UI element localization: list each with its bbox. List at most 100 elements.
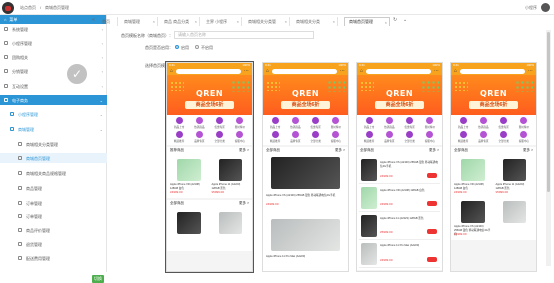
buy-button xyxy=(427,201,437,206)
scrollbar[interactable] xyxy=(546,30,551,266)
search-box xyxy=(460,68,525,74)
phone-time: 9:41 xyxy=(169,63,175,67)
section-title-text: 全部商品 xyxy=(266,148,280,152)
close-icon[interactable]: × xyxy=(237,19,239,24)
menu-icon xyxy=(4,27,8,31)
template-preview-4[interactable]: 9:41 100% ⌂ ⋯ QREN 商品全场6折 新品上市 热销商品 优惠专区 限时特价… xyxy=(450,62,537,272)
sidebar-item[interactable]: 电子商务 ⌄ xyxy=(0,95,107,105)
menu-icon xyxy=(18,228,22,232)
category-label: 品牌专区 xyxy=(290,140,301,143)
menu-icon xyxy=(4,41,8,45)
category-icon xyxy=(216,117,224,124)
category-shortcut: 热销商品 xyxy=(379,117,399,129)
template-preview-1[interactable]: 9:41 100% ⌂ ⋯ QREN 商品全场6折 新品上市 热销商品 优惠专区 限时特价… xyxy=(166,62,253,272)
sidebar-item[interactable]: 互动设置 ‹ xyxy=(0,81,107,91)
chevron-icon: ‹ xyxy=(101,26,103,32)
sidebar-item[interactable]: 分销管理 ‹ xyxy=(0,66,107,76)
template-preview-2[interactable]: 9:41 100% ⌂ ⋯ QREN 商品全场6折 新品上市 热销商品 优惠专区 限时特价… xyxy=(262,62,349,272)
banner-subtitle: 商品全场6折 xyxy=(185,101,234,109)
tab-shop-homepage[interactable]: 商城首页管理 × xyxy=(344,17,390,26)
category-shortcut: 客服中心 xyxy=(420,131,440,143)
product-price: ¥4999.00 xyxy=(380,258,393,262)
sidebar-item[interactable]: 商城相关商品规格管理 xyxy=(0,168,107,178)
tab-shop-category[interactable]: 商城相关分类 × xyxy=(292,17,338,26)
category-label: 优惠专区 xyxy=(214,126,225,129)
breadcrumb-home[interactable]: 站点首页 xyxy=(20,5,36,11)
category-icon xyxy=(195,117,203,124)
category-shortcuts: 新品上市 热销商品 优惠专区 限时特价 精选推荐 品牌专区 全部分类 客服中心 xyxy=(167,115,252,145)
category-shortcut: 优惠专区 xyxy=(400,117,420,129)
sidebar-item[interactable]: 退货管理 xyxy=(0,239,107,249)
sidebar-item[interactable]: 商城管理 ⌄ xyxy=(0,124,107,134)
sidebar-item[interactable]: 订单管理 xyxy=(0,211,107,221)
category-shortcut: 优惠专区 xyxy=(494,117,514,129)
product-card: Apple iPhone 11 Pro Max (A2220) xyxy=(263,216,348,271)
category-shortcut: 客服中心 xyxy=(514,131,534,143)
close-icon[interactable]: × xyxy=(333,19,335,24)
radio-disable[interactable] xyxy=(195,45,199,49)
tab-goods-category[interactable]: 商品 商品分类 × xyxy=(160,17,200,26)
banner-title: QREN xyxy=(291,89,320,98)
menu-icon xyxy=(18,171,22,175)
tab-bar: 首页 商城管理 × 商品 商品分类 × 主界 小程序 × 商城相关分类管 × 商城相关分… xyxy=(90,17,554,26)
product-price: ¥4999.00 xyxy=(380,202,393,206)
tab-shop-admin[interactable]: 商城管理 × xyxy=(120,17,158,26)
sidebar-item[interactable]: 商品管理 xyxy=(0,183,107,193)
product-image xyxy=(461,159,485,181)
banner-title: QREN xyxy=(385,89,414,98)
sidebar-item[interactable]: 配送费用管理 xyxy=(0,253,107,263)
promo-banner: QREN 商品全场6折 xyxy=(167,75,252,115)
category-label: 限时特价 xyxy=(424,126,436,129)
menu-icon xyxy=(4,84,8,88)
menu-icon xyxy=(18,214,22,218)
toggle-button[interactable]: 切换 xyxy=(92,275,104,283)
tab-refresh-icon[interactable]: ↻ xyxy=(393,17,397,23)
category-icon xyxy=(406,131,414,138)
sidebar-item[interactable]: 商城首页管理 xyxy=(0,153,107,163)
sidebar-item-label: 小程序管理 xyxy=(18,112,38,117)
category-label: 优惠专区 xyxy=(404,126,415,129)
category-label: 全部分类 xyxy=(214,140,225,143)
tab-shop-category-admin[interactable]: 商城相关分类管 × xyxy=(244,17,290,26)
category-icon xyxy=(312,117,320,124)
close-icon[interactable]: × xyxy=(285,19,287,24)
category-shortcut: 精选推荐 xyxy=(359,131,379,143)
section-title-text: 全部商品 xyxy=(170,201,184,205)
product-name: Apple iPhone XR (A2108) 128GB 白色 xyxy=(380,189,425,192)
product-image xyxy=(361,159,377,181)
sidebar-item[interactable]: 订单管理 xyxy=(0,198,107,208)
template-name-input[interactable]: 请输入首页名称 xyxy=(174,31,314,39)
sidebar-item[interactable]: 商品评价管理 xyxy=(0,225,107,235)
template-name-label: 首页模板名称（商城首页）： xyxy=(121,33,173,38)
username[interactable]: 小程序 xyxy=(525,5,537,11)
chevron-down-icon[interactable]: ⌄ xyxy=(403,17,407,23)
section-title-text: 全部商品 xyxy=(454,148,468,152)
product-image xyxy=(177,159,201,181)
sidebar-item[interactable]: 小程序管理 ⌄ xyxy=(0,109,107,119)
sidebar-header-label: 菜单 xyxy=(9,16,18,22)
sidebar-item[interactable]: 小程序管理 ‹ xyxy=(0,38,107,48)
category-icon xyxy=(426,131,434,138)
sidebar-item[interactable]: 商城相关分类管理 xyxy=(0,139,107,149)
scrollbar-thumb[interactable] xyxy=(547,32,550,192)
template-preview-3[interactable]: 9:41 100% ⌂ ⋯ QREN 商品全场6折 新品上市 热销商品 优惠专区 限时特价… xyxy=(356,62,443,272)
category-icon xyxy=(385,117,393,124)
top-bar: 站点首页 / 商城首页管理 小程序 xyxy=(0,0,554,15)
product-price: ¥5999.00 xyxy=(380,230,393,234)
radio-disable-label[interactable]: 不启用 xyxy=(201,45,213,51)
tab-main-miniprogram[interactable]: 主界 小程序 × xyxy=(202,17,242,26)
sidebar-item[interactable]: 团购相关 ‹ xyxy=(0,52,107,62)
avatar[interactable] xyxy=(541,3,550,12)
close-icon[interactable]: × xyxy=(153,19,155,24)
app-logo xyxy=(2,2,14,14)
close-icon[interactable]: × xyxy=(385,20,387,25)
category-label: 品牌专区 xyxy=(194,140,205,143)
search-box xyxy=(272,68,337,74)
close-icon[interactable]: × xyxy=(195,19,197,24)
product-name: Apple iPhone XR (A2108) 128GB 白色 xyxy=(454,183,484,190)
user-area[interactable]: 小程序 xyxy=(525,3,550,12)
category-shortcut: 优惠专区 xyxy=(306,117,326,129)
radio-enable[interactable] xyxy=(175,45,179,49)
radio-enable-label[interactable]: 启用 xyxy=(181,45,189,51)
tab-home[interactable]: 首页 xyxy=(98,17,118,26)
